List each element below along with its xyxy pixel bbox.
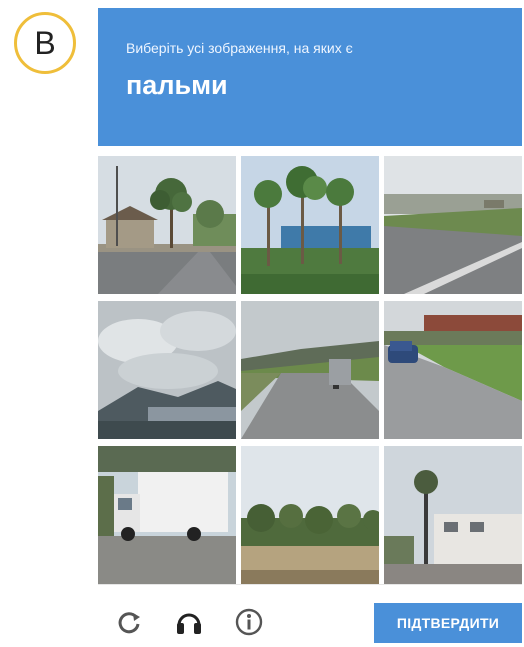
- image-tile-4[interactable]: [98, 301, 236, 439]
- letter-badge: В: [14, 12, 76, 74]
- recaptcha-challenge: Виберіть усі зображення, на яких є пальм…: [98, 8, 522, 644]
- audio-headphones-icon[interactable]: [172, 605, 206, 639]
- image-tile-3[interactable]: [384, 156, 522, 294]
- image-tile-1[interactable]: [98, 156, 236, 294]
- image-tile-7[interactable]: [98, 446, 236, 584]
- image-tile-8[interactable]: [241, 446, 379, 584]
- challenge-header: Виберіть усі зображення, на яких є пальм…: [98, 8, 522, 146]
- challenge-object: пальми: [126, 70, 228, 100]
- image-tile-2[interactable]: [241, 156, 379, 294]
- image-tile-9[interactable]: [384, 446, 522, 584]
- badge-letter: В: [34, 24, 56, 61]
- info-icon[interactable]: [232, 605, 266, 639]
- challenge-instruction: Виберіть усі зображення, на яких є: [126, 40, 353, 56]
- verify-button[interactable]: ПІДТВЕРДИТИ: [374, 603, 522, 643]
- image-grid: [98, 156, 522, 584]
- image-tile-5[interactable]: [241, 301, 379, 439]
- reload-icon[interactable]: [112, 605, 146, 639]
- image-tile-6[interactable]: [384, 301, 522, 439]
- challenge-footer: ПІДТВЕРДИТИ: [98, 584, 522, 645]
